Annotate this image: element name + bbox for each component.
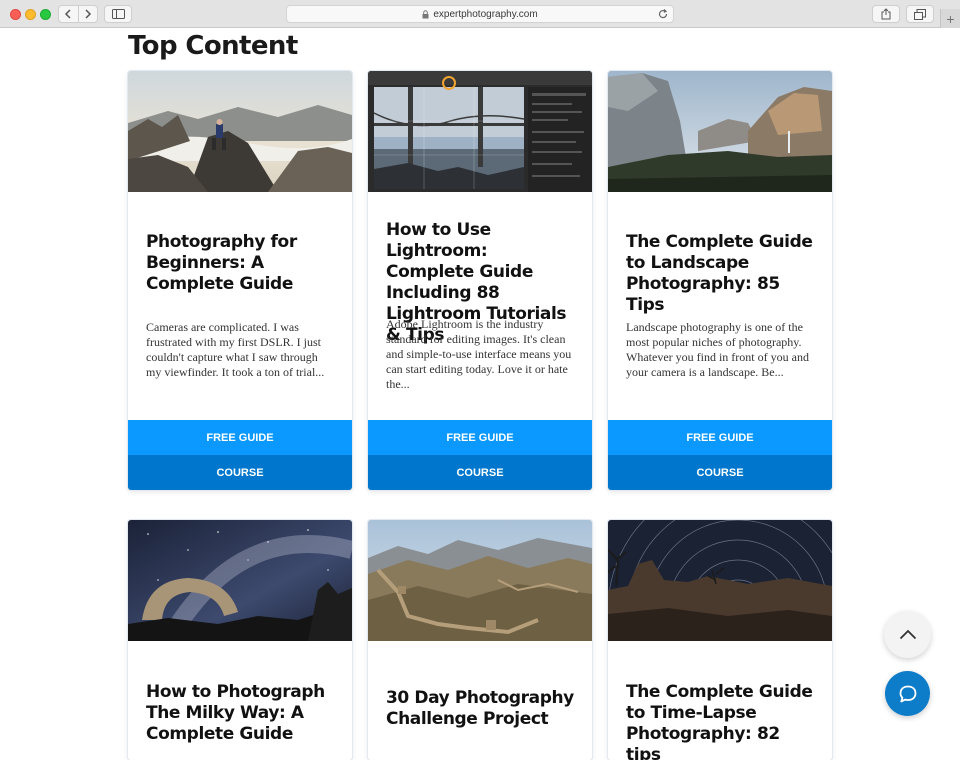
close-window-button[interactable] bbox=[10, 9, 21, 20]
card-title[interactable]: The Complete Guide to Time-Lapse Photogr… bbox=[626, 682, 818, 760]
lock-icon bbox=[422, 9, 429, 18]
back-button[interactable] bbox=[59, 6, 78, 22]
course-button[interactable]: COURSE bbox=[608, 455, 832, 490]
course-button[interactable]: COURSE bbox=[368, 455, 592, 490]
sidebar-toggle-button[interactable] bbox=[104, 5, 132, 23]
card-thumbnail[interactable] bbox=[368, 520, 592, 641]
card-thumbnail[interactable] bbox=[608, 520, 832, 641]
content-card: Photography for Beginners: A Complete Gu… bbox=[128, 71, 352, 490]
scroll-to-top-button[interactable] bbox=[884, 611, 931, 658]
url-text: expertphotography.com bbox=[433, 8, 538, 20]
zoom-window-button[interactable] bbox=[40, 9, 51, 20]
page-title: Top Content bbox=[128, 31, 298, 61]
content-card: How to Photograph The Milky Way: A Compl… bbox=[128, 520, 352, 760]
content-card: The Complete Guide to Time-Lapse Photogr… bbox=[608, 520, 832, 760]
card-thumbnail[interactable] bbox=[608, 71, 832, 192]
minimize-window-button[interactable] bbox=[25, 9, 36, 20]
chevron-up-icon bbox=[899, 629, 916, 640]
card-title[interactable]: The Complete Guide to Landscape Photogra… bbox=[626, 232, 818, 316]
card-description: Adobe Lightroom is the industry standard… bbox=[386, 317, 572, 391]
card-description: Cameras are complicated. I was frustrate… bbox=[146, 320, 325, 379]
share-button[interactable] bbox=[872, 5, 900, 23]
reload-icon[interactable] bbox=[657, 8, 669, 20]
chat-button[interactable] bbox=[885, 671, 930, 716]
show-tabs-button[interactable] bbox=[906, 5, 934, 23]
free-guide-button[interactable]: FREE GUIDE bbox=[608, 420, 832, 455]
card-thumbnail[interactable] bbox=[128, 71, 352, 192]
card-title[interactable]: How to Photograph The Milky Way: A Compl… bbox=[146, 682, 338, 745]
address-bar[interactable]: expertphotography.com bbox=[286, 5, 674, 23]
browser-toolbar: expertphotography.com + bbox=[0, 0, 960, 28]
forward-button[interactable] bbox=[77, 6, 98, 22]
navigation-buttons bbox=[58, 5, 98, 23]
free-guide-button[interactable]: FREE GUIDE bbox=[368, 420, 592, 455]
share-icon bbox=[881, 8, 891, 20]
card-description: Landscape photography is one of the most… bbox=[626, 320, 809, 379]
sidebar-icon bbox=[111, 9, 125, 19]
plus-icon: + bbox=[946, 10, 955, 27]
card-title[interactable]: 30 Day Photography Challenge Project bbox=[386, 688, 578, 730]
chevron-right-icon bbox=[85, 9, 91, 19]
card-thumbnail[interactable] bbox=[368, 71, 592, 192]
course-button[interactable]: COURSE bbox=[128, 455, 352, 490]
chat-bubble-icon bbox=[899, 685, 916, 702]
card-title[interactable]: Photography for Beginners: A Complete Gu… bbox=[146, 232, 338, 295]
free-guide-button[interactable]: FREE GUIDE bbox=[128, 420, 352, 455]
card-thumbnail[interactable] bbox=[128, 520, 352, 641]
content-card: The Complete Guide to Landscape Photogra… bbox=[608, 71, 832, 490]
content-card: How to Use Lightroom: Complete Guide Inc… bbox=[368, 71, 592, 490]
content-card: 30 Day Photography Challenge Project bbox=[368, 520, 592, 760]
new-tab-button[interactable]: + bbox=[940, 9, 960, 28]
chevron-left-icon bbox=[65, 9, 71, 19]
tabs-icon bbox=[914, 8, 926, 20]
